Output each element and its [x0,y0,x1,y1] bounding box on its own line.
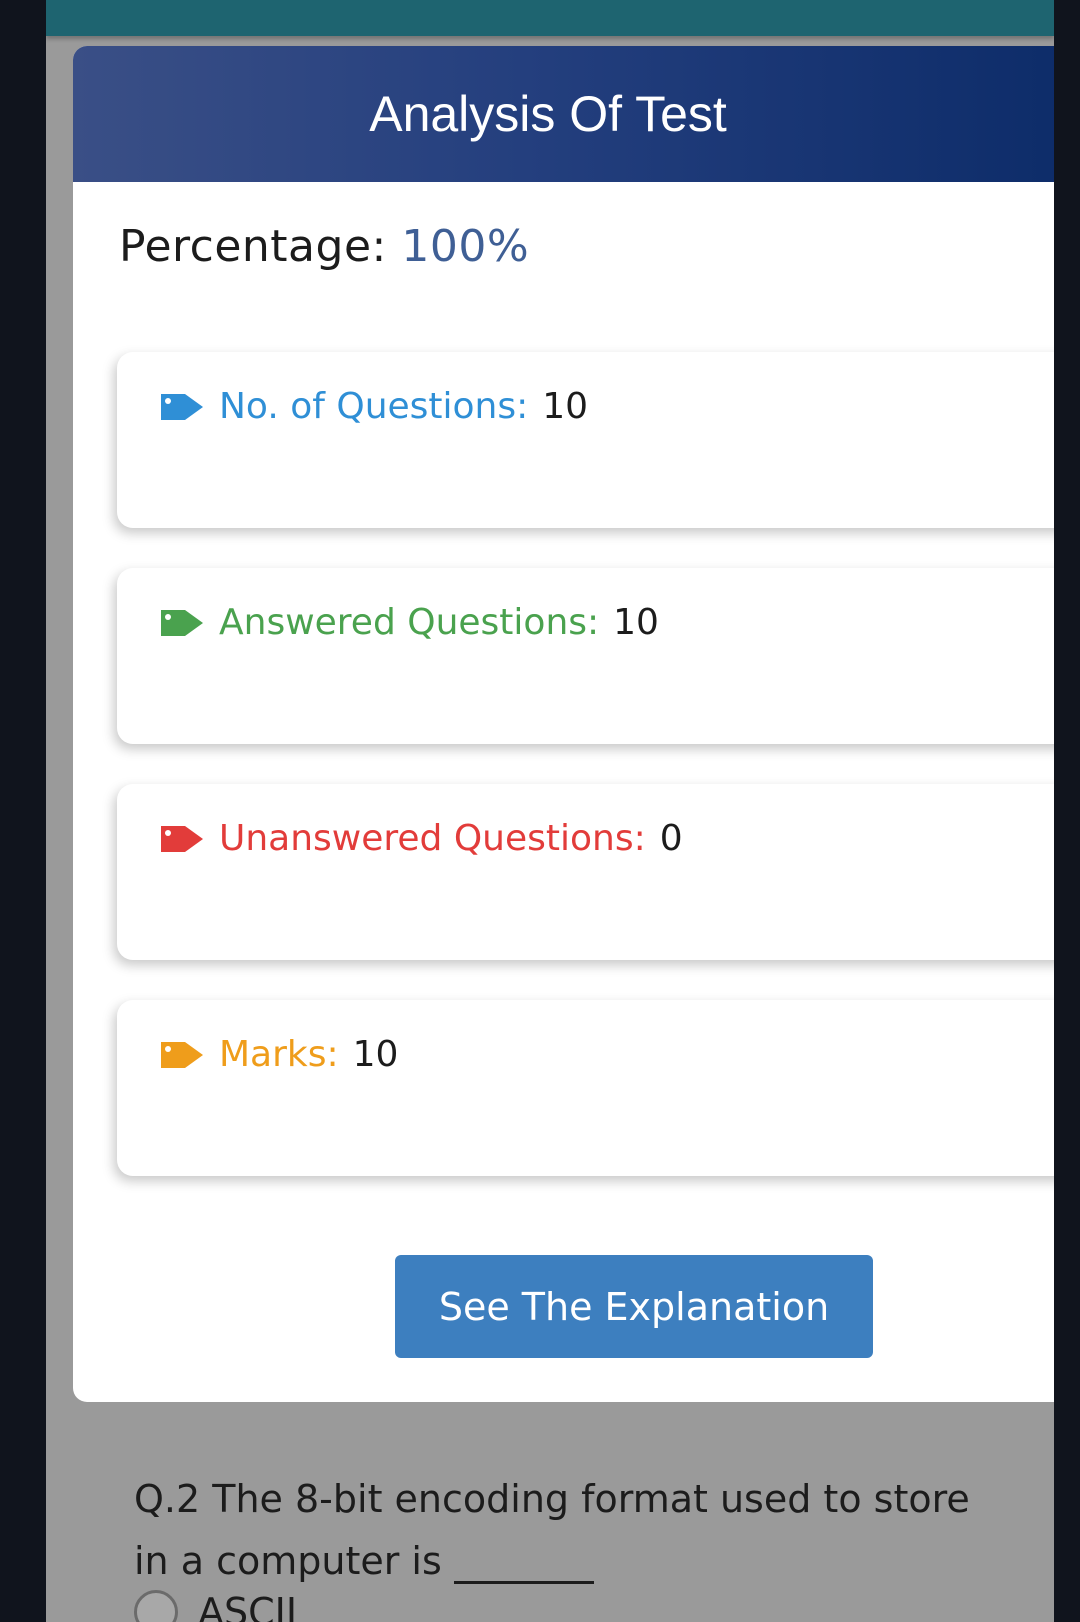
stat-value: 10 [613,602,659,643]
stat-row: Marks: 10 [159,1034,398,1075]
percentage-row: Percentage: 100% [119,221,529,272]
stat-row: Answered Questions: 10 [159,602,659,643]
tag-icon [161,1041,203,1068]
app-screen: Analysis Of Test Percentage: 100% No. of… [46,0,1054,1622]
stat-value: 10 [542,386,589,427]
tag-icon [161,609,203,636]
percentage-value: 100% [401,221,530,272]
stat-row: No. of Questions: 10 [159,386,588,427]
tag-icon [161,825,203,852]
stat-unanswered-questions: Unanswered Questions: 0 [117,784,1054,960]
analysis-title: Analysis Of Test [369,86,727,142]
question-line-2: in a computer is [134,1530,1054,1592]
stat-marks: Marks: 10 [117,1000,1054,1176]
stat-answered-questions: Answered Questions: 10 [117,568,1054,744]
answer-option-ascii[interactable]: ASCII [134,1590,297,1622]
radio-button[interactable] [134,1590,178,1622]
stat-label: Marks: [219,1034,339,1075]
answer-blank [453,1581,594,1584]
percentage-label: Percentage: [119,221,387,272]
question-line-2-text: in a computer is [134,1539,442,1583]
stat-row: Unanswered Questions: 0 [159,818,683,859]
stat-value: 0 [659,818,683,859]
question-line-1: Q.2 The 8-bit encoding format used to st… [134,1477,970,1521]
see-explanation-button[interactable]: See The Explanation [395,1255,873,1358]
stat-total-questions: No. of Questions: 10 [117,352,1054,528]
stat-label: No. of Questions: [219,386,529,427]
option-label: ASCII [198,1590,298,1622]
question-text: Q.2 The 8-bit encoding format used to st… [134,1468,1054,1592]
app-top-bar [46,0,1054,36]
stat-label: Unanswered Questions: [219,818,646,859]
stat-value: 10 [352,1034,399,1075]
tag-icon [161,393,203,420]
stat-label: Answered Questions: [219,602,600,643]
analysis-header: Analysis Of Test [73,46,1054,182]
analysis-card: Analysis Of Test Percentage: 100% No. of… [73,46,1054,1402]
